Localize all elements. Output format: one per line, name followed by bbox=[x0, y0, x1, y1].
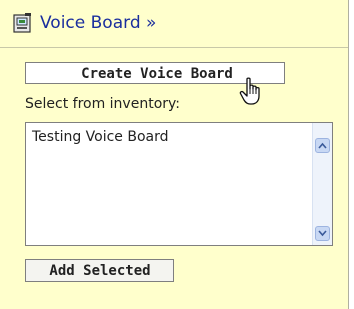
list-item[interactable]: Testing Voice Board bbox=[32, 129, 169, 145]
voice-board-icon bbox=[13, 13, 32, 34]
header-title-link[interactable]: Voice Board » bbox=[40, 13, 156, 33]
scroll-up-icon[interactable] bbox=[315, 138, 330, 153]
select-from-inventory-label: Select from inventory: bbox=[25, 96, 180, 112]
voice-board-panel: Voice Board » Create Voice Board Select … bbox=[0, 0, 349, 309]
scroll-down-icon[interactable] bbox=[315, 226, 330, 241]
hand-cursor-icon bbox=[238, 77, 268, 107]
add-selected-button[interactable]: Add Selected bbox=[25, 259, 174, 282]
listbox-scrollbar[interactable] bbox=[312, 123, 332, 245]
inventory-listbox[interactable]: Testing Voice Board bbox=[25, 122, 333, 246]
panel-header: Voice Board » bbox=[0, 0, 348, 48]
